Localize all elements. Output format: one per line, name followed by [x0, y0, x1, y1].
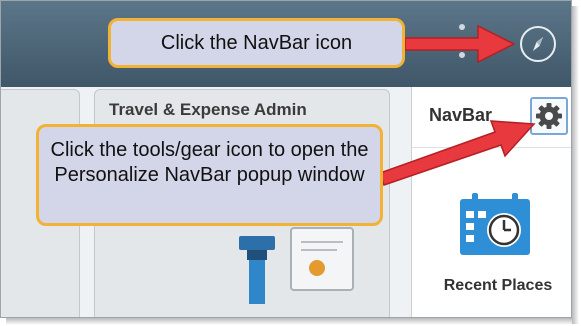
arrow-to-navbar	[404, 24, 516, 64]
callout-tools-gear: Click the tools/gear icon to open the Pe…	[36, 124, 383, 226]
arrow-to-gear	[379, 120, 536, 186]
callout-navbar-icon: Click the NavBar icon	[108, 18, 405, 68]
